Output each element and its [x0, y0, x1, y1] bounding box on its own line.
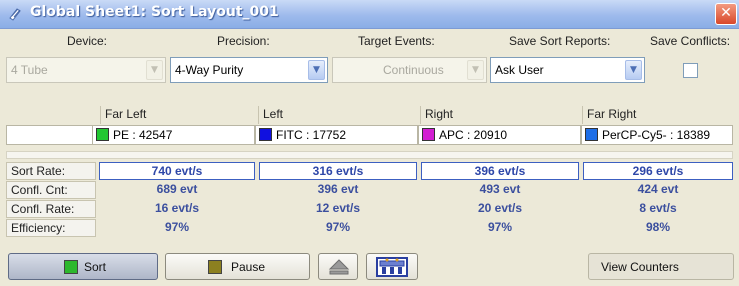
pause-button-label: Pause [231, 260, 266, 274]
view-counters-button[interactable]: View Counters [588, 253, 734, 280]
parameter-far-right-text: PerCP-Cy5- : 18389 [602, 128, 711, 142]
color-swatch [96, 128, 109, 141]
parameter-far-right[interactable]: PerCP-Cy5- : 18389 [581, 125, 733, 145]
save-sort-reports-value: Ask User [495, 63, 544, 77]
olive-square-icon [208, 260, 222, 274]
target-events-label: Target Events: [358, 34, 435, 48]
device-setup-icon [376, 257, 408, 277]
close-icon: ✕ [720, 5, 732, 21]
confl-cnt-far-right: 424 evt [637, 182, 679, 196]
sort-rate-far-right: 296 evt/s [583, 162, 733, 180]
color-swatch [585, 128, 598, 141]
target-events-select[interactable]: Continuous ▼ [332, 57, 487, 83]
eject-button[interactable] [318, 253, 358, 280]
confl-cnt-left: 396 evt [317, 182, 359, 196]
color-swatch [422, 128, 435, 141]
parameter-far-left-text: PE : 42547 [113, 128, 173, 142]
chevron-down-icon[interactable]: ▼ [308, 60, 325, 80]
chevron-down-icon[interactable]: ▼ [146, 60, 163, 80]
confl-cnt-far-left: 689 evt [156, 182, 198, 196]
sort-rate-right: 396 evt/s [421, 162, 579, 180]
efficiency-label: Efficiency: [6, 219, 96, 237]
close-button[interactable]: ✕ [715, 3, 737, 25]
header-far-left: Far Left [100, 106, 258, 124]
precision-label: Precision: [217, 34, 270, 48]
sort-rate-far-left: 740 evt/s [99, 162, 255, 180]
parameter-left[interactable]: FITC : 17752 [255, 125, 418, 145]
chevron-down-icon[interactable]: ▼ [625, 60, 642, 80]
chevron-down-icon[interactable]: ▼ [467, 60, 484, 80]
parameter-right-text: APC : 20910 [439, 128, 508, 142]
sort-layout-icon [9, 8, 21, 21]
sort-button-label: Sort [84, 260, 107, 274]
header-far-right: Far Right [582, 106, 736, 124]
save-sort-reports-select[interactable]: Ask User ▼ [490, 57, 645, 83]
confl-rate-right: 20 evt/s [477, 201, 523, 215]
efficiency-far-left: 97% [164, 220, 190, 234]
sort-layout-window: Global Sheet1: Sort Layout_001 ✕ Device:… [0, 0, 739, 286]
save-conflicts-checkbox[interactable] [683, 63, 698, 78]
device-setup-button[interactable] [366, 253, 418, 280]
parameter-far-left[interactable]: PE : 42547 [92, 125, 255, 145]
parameter-right[interactable]: APC : 20910 [418, 125, 581, 145]
title-bar[interactable]: Global Sheet1: Sort Layout_001 ✕ [0, 0, 739, 29]
confl-cnt-right: 493 evt [479, 182, 521, 196]
confl-cnt-label: Confl. Cnt: [6, 181, 96, 199]
confl-rate-label: Confl. Rate: [6, 200, 96, 218]
confl-rate-far-right: 8 evt/s [639, 201, 677, 215]
sort-rate-label: Sort Rate: [6, 162, 96, 180]
header-left: Left [258, 106, 420, 124]
confl-rate-left: 12 evt/s [315, 201, 361, 215]
window-title: Global Sheet1: Sort Layout_001 [30, 4, 279, 20]
pause-button[interactable]: Pause [165, 253, 310, 280]
spacer-strip [6, 151, 733, 159]
save-sort-reports-label: Save Sort Reports: [509, 34, 611, 48]
view-counters-label: View Counters [601, 260, 679, 274]
device-select[interactable]: 4 Tube ▼ [6, 57, 166, 83]
device-value: 4 Tube [11, 63, 48, 77]
target-events-value: Continuous [383, 63, 444, 77]
green-square-icon [64, 260, 78, 274]
device-label: Device: [67, 34, 108, 48]
efficiency-right: 97% [487, 220, 513, 234]
parameter-left-text: FITC : 17752 [276, 128, 347, 142]
efficiency-far-right: 98% [645, 220, 671, 234]
save-conflicts-label: Save Conflicts: [650, 34, 731, 48]
color-swatch [259, 128, 272, 141]
sort-button[interactable]: Sort [8, 253, 158, 280]
sort-rate-left: 316 evt/s [259, 162, 417, 180]
eject-icon [328, 259, 350, 275]
precision-select[interactable]: 4-Way Purity ▼ [170, 57, 328, 83]
confl-rate-far-left: 16 evt/s [154, 201, 200, 215]
header-right: Right [420, 106, 582, 124]
parameter-row-label-cell [6, 125, 94, 145]
precision-value: 4-Way Purity [175, 63, 244, 77]
efficiency-left: 97% [325, 220, 351, 234]
